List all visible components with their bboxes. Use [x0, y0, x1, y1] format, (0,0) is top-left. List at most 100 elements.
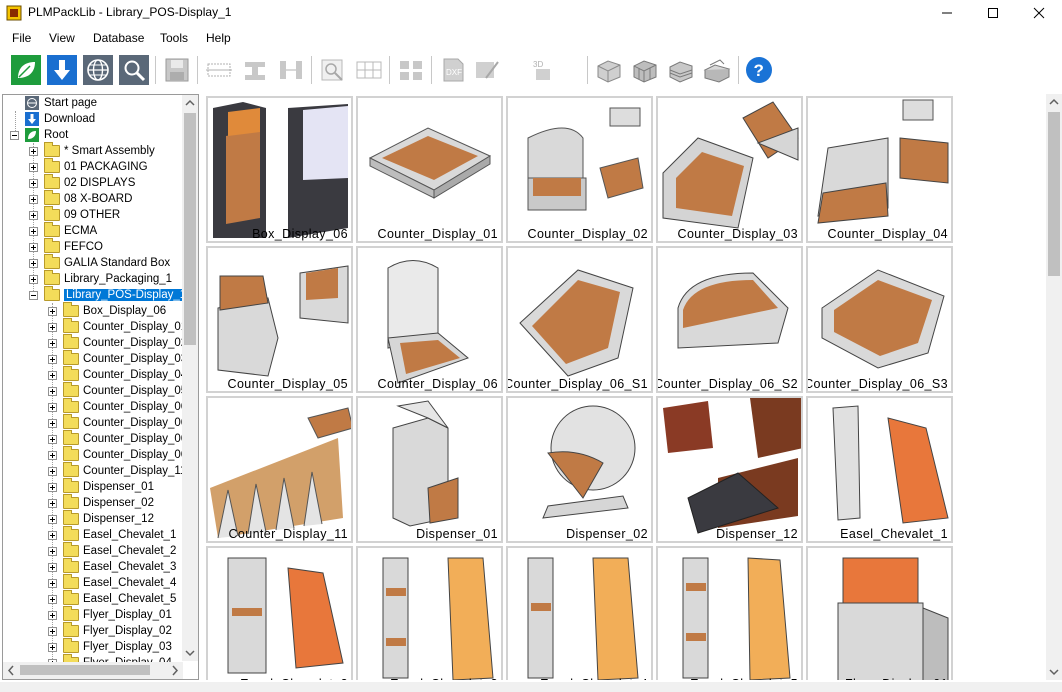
- tree-item-folder[interactable]: Flyer_Display_03: [48, 638, 172, 655]
- expand-toggle[interactable]: [48, 610, 57, 620]
- download-button[interactable]: [45, 53, 79, 87]
- expand-toggle[interactable]: [29, 258, 38, 268]
- scroll-left-icon[interactable]: [3, 662, 19, 679]
- tree-item-folder[interactable]: Dispenser_12: [48, 510, 154, 527]
- thumbnail-item[interactable]: Easel_Chevalet_3: [356, 546, 503, 680]
- tree-item-folder[interactable]: Library_Packaging_1: [29, 270, 172, 287]
- tree-item-folder[interactable]: Counter_Display_01: [48, 318, 187, 335]
- help-button[interactable]: ?: [742, 53, 776, 87]
- expand-toggle[interactable]: [48, 354, 57, 364]
- scroll-down-icon[interactable]: [182, 645, 198, 661]
- tree-item-folder[interactable]: Easel_Chevalet_3: [48, 558, 176, 575]
- tree-item-folder[interactable]: Counter_Display_06_: [48, 430, 194, 447]
- tree-item-folder[interactable]: Library_POS-Display_1: [29, 286, 189, 303]
- tree-item-folder[interactable]: Counter_Display_11: [48, 462, 186, 479]
- expand-toggle[interactable]: [48, 578, 57, 588]
- expand-toggle[interactable]: [48, 370, 57, 380]
- expand-toggle[interactable]: [48, 514, 57, 524]
- dimension-button[interactable]: [238, 53, 272, 87]
- thumbnail-item[interactable]: Counter_Display_06_S2: [656, 246, 803, 393]
- expand-toggle[interactable]: [48, 562, 57, 572]
- thumbnail-item[interactable]: Counter_Display_04: [806, 96, 953, 243]
- expand-toggle[interactable]: [48, 498, 57, 508]
- tree-item-folder[interactable]: Easel_Chevalet_4: [48, 574, 176, 591]
- thumbnail-item[interactable]: Dispenser_02: [506, 396, 653, 543]
- expand-toggle[interactable]: [48, 642, 57, 652]
- grid-vertical-scrollbar[interactable]: [1046, 94, 1062, 680]
- expand-toggle[interactable]: [29, 178, 38, 188]
- tree-item-start-page[interactable]: Start page: [25, 95, 97, 111]
- thumbnail-item[interactable]: Counter_Display_06_S1: [506, 246, 653, 393]
- expand-toggle[interactable]: [48, 306, 57, 316]
- expand-toggle[interactable]: [48, 434, 57, 444]
- menu-database[interactable]: Database: [93, 31, 144, 45]
- thumbnail-item[interactable]: Easel_Chevalet_5: [656, 546, 803, 680]
- box-button[interactable]: [700, 53, 734, 87]
- expand-toggle[interactable]: [29, 194, 38, 204]
- scroll-up-icon[interactable]: [1046, 94, 1062, 110]
- menu-file[interactable]: File: [12, 31, 31, 45]
- scroll-right-icon[interactable]: [167, 662, 183, 679]
- dimension-button[interactable]: [202, 53, 236, 87]
- expand-toggle[interactable]: [48, 386, 57, 396]
- expand-toggle[interactable]: [29, 226, 38, 236]
- tree-vertical-scroll-thumb[interactable]: [184, 113, 196, 345]
- tree-vertical-scrollbar[interactable]: [182, 95, 198, 661]
- thumbnail-item[interactable]: Counter_Display_11: [206, 396, 353, 543]
- tree-item-folder[interactable]: Counter_Display_06_: [48, 414, 194, 431]
- expand-toggle[interactable]: [48, 530, 57, 540]
- expand-toggle[interactable]: [48, 594, 57, 604]
- dimension-button[interactable]: [274, 53, 308, 87]
- thumbnail-item[interactable]: Easel_Chevalet_1: [806, 396, 953, 543]
- tree-item-folder[interactable]: Counter_Display_06_: [48, 446, 194, 463]
- tree-item-folder[interactable]: Counter_Display_03: [48, 350, 187, 367]
- tree-item-folder[interactable]: ECMA: [29, 222, 97, 239]
- tree-item-folder[interactable]: Counter_Display_02: [48, 334, 187, 351]
- thumbnail-item[interactable]: Dispenser_12: [656, 396, 803, 543]
- thumbnail-item[interactable]: Easel_Chevalet_4: [506, 546, 653, 680]
- 3d-view-button[interactable]: 3D: [530, 53, 564, 87]
- tree-item-folder[interactable]: Counter_Display_04: [48, 366, 187, 383]
- tree-item-folder[interactable]: Easel_Chevalet_1: [48, 526, 176, 543]
- expand-toggle[interactable]: [48, 338, 57, 348]
- expand-toggle[interactable]: [48, 466, 57, 476]
- collapse-toggle[interactable]: [29, 290, 38, 300]
- box-button[interactable]: [628, 53, 662, 87]
- scroll-up-icon[interactable]: [182, 95, 198, 111]
- tree-item-folder[interactable]: 08 X-BOARD: [29, 190, 132, 207]
- thumbnail-item[interactable]: Counter_Display_05: [206, 246, 353, 393]
- edit-button[interactable]: [472, 53, 506, 87]
- expand-toggle[interactable]: [29, 242, 38, 252]
- tree-item-folder[interactable]: GALIA Standard Box: [29, 254, 170, 271]
- expand-toggle[interactable]: [29, 146, 38, 156]
- expand-toggle[interactable]: [29, 162, 38, 172]
- tree-item-folder[interactable]: Counter_Display_06: [48, 398, 187, 415]
- minimize-button[interactable]: [924, 0, 970, 26]
- zoom-doc-button[interactable]: [316, 53, 350, 87]
- grid-doc-button[interactable]: [394, 53, 428, 87]
- thumbnail-item[interactable]: Counter_Display_01: [356, 96, 503, 243]
- expand-toggle[interactable]: [48, 482, 57, 492]
- thumbnail-item[interactable]: Counter_Display_02: [506, 96, 653, 243]
- save-button[interactable]: [160, 53, 194, 87]
- grid-doc-button[interactable]: [352, 53, 386, 87]
- tree-item-folder[interactable]: 01 PACKAGING: [29, 158, 148, 175]
- expand-toggle[interactable]: [29, 210, 38, 220]
- export-dxf-button[interactable]: DXF: [436, 53, 470, 87]
- web-button[interactable]: [81, 53, 115, 87]
- tree-item-folder[interactable]: Flyer_Display_01: [48, 606, 172, 623]
- expand-toggle[interactable]: [29, 274, 38, 284]
- menu-help[interactable]: Help: [206, 31, 231, 45]
- start-page-button[interactable]: [9, 53, 43, 87]
- scroll-down-icon[interactable]: [1046, 664, 1062, 680]
- grid-vertical-scroll-thumb[interactable]: [1048, 112, 1060, 276]
- tree-item-folder[interactable]: 02 DISPLAYS: [29, 174, 135, 191]
- tree-item-folder[interactable]: Box_Display_06: [48, 302, 166, 319]
- tree-item-folder[interactable]: Flyer_Display_02: [48, 622, 172, 639]
- tree-horizontal-scroll-thumb[interactable]: [20, 665, 150, 675]
- expand-toggle[interactable]: [48, 322, 57, 332]
- thumbnail-item[interactable]: Dispenser_01: [356, 396, 503, 543]
- expand-toggle[interactable]: [48, 546, 57, 556]
- search-button[interactable]: [117, 53, 151, 87]
- tree-item-folder[interactable]: Dispenser_01: [48, 478, 154, 495]
